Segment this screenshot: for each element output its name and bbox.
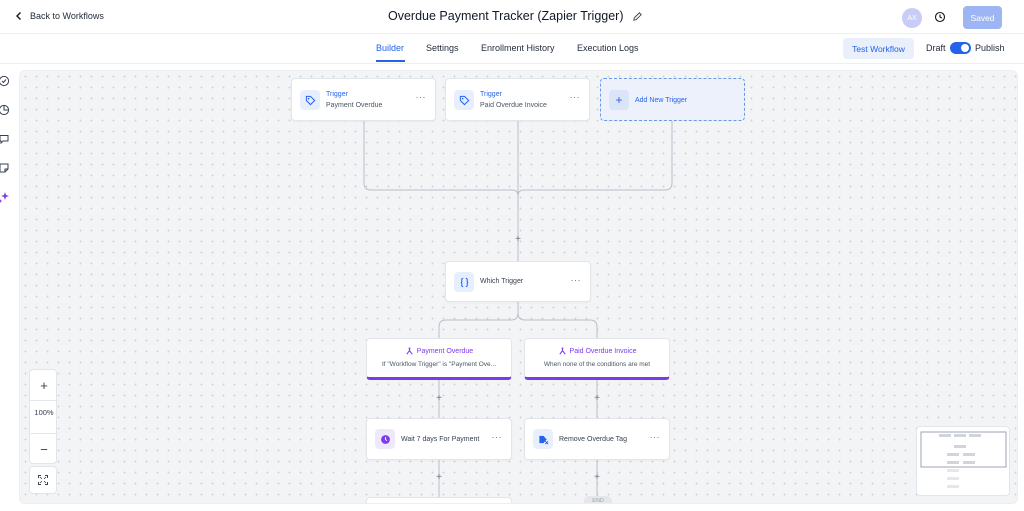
clock-icon [380, 434, 390, 444]
pie-chart-icon[interactable] [0, 104, 10, 116]
add-step-plus-icon[interactable]: + [434, 473, 444, 483]
add-step-plus-icon[interactable]: + [592, 394, 602, 404]
more-options-icon[interactable]: ··· [571, 276, 582, 285]
branch-icon [406, 347, 413, 355]
branch-title-text: Paid Overdue Invoice [569, 348, 637, 355]
tag-icon [305, 95, 315, 105]
publish-toggle[interactable] [950, 42, 971, 54]
trigger-name-label: Payment Overdue [326, 102, 383, 109]
more-options-icon[interactable]: ··· [492, 433, 503, 442]
plus-icon: + [609, 90, 629, 110]
zoom-in-button[interactable]: + [30, 370, 58, 400]
action-wait-7-days[interactable]: Wait 7 days For Payment ··· [366, 418, 512, 460]
action-label: Remove Overdue Tag [559, 436, 627, 443]
action-remove-overdue-tag[interactable]: Remove Overdue Tag ··· [524, 418, 670, 460]
braces-icon [460, 277, 468, 287]
chevron-left-icon [16, 12, 21, 20]
tab-settings[interactable]: Settings [426, 43, 459, 53]
branch-icon [558, 347, 566, 355]
workflow-title-text: Overdue Payment Tracker (Zapier Trigger) [388, 9, 624, 23]
note-icon[interactable] [0, 162, 10, 174]
code-braces-icon-box [454, 272, 474, 292]
trigger-type-label: Trigger [326, 91, 348, 98]
top-bar: Back to Workflows Overdue Payment Tracke… [0, 0, 1024, 34]
tag-remove-icon-box [533, 429, 553, 449]
add-new-trigger-label: Add New Trigger [635, 97, 688, 104]
tab-enrollment-history[interactable]: Enrollment History [481, 43, 555, 53]
add-step-plus-icon[interactable]: + [513, 235, 523, 245]
end-marker: END [584, 496, 612, 503]
more-options-icon[interactable]: ··· [570, 93, 581, 102]
tab-builder[interactable]: Builder [376, 43, 404, 53]
action-label: Wait 7 days For Payment [401, 436, 480, 443]
more-options-icon[interactable]: ··· [416, 93, 427, 102]
draft-label: Draft [926, 43, 946, 53]
workflow-title: Overdue Payment Tracker (Zapier Trigger) [388, 9, 643, 23]
more-options-icon[interactable]: ··· [650, 433, 661, 442]
next-action-card[interactable] [366, 497, 512, 503]
tab-execution-logs[interactable]: Execution Logs [577, 43, 639, 53]
saved-button[interactable]: Saved [963, 6, 1002, 29]
avatar[interactable]: AX [902, 8, 922, 28]
tag-icon [459, 95, 469, 105]
trigger-card-payment-overdue[interactable]: Trigger Payment Overdue ··· [291, 78, 436, 121]
branch-condition: If "Workflow Trigger" is "Payment Ove... [381, 361, 497, 368]
history-icon[interactable] [934, 11, 946, 23]
sparkle-icon[interactable] [0, 191, 10, 203]
trigger-name-label: Paid Overdue Invoice [480, 102, 547, 109]
pencil-icon[interactable] [632, 11, 643, 22]
back-to-workflows-link[interactable]: Back to Workflows [14, 11, 104, 21]
tag-icon-box [454, 90, 474, 110]
clock-icon-box [375, 429, 395, 449]
test-workflow-button[interactable]: Test Workflow [843, 38, 914, 59]
trigger-card-paid-overdue-invoice[interactable]: Trigger Paid Overdue Invoice ··· [445, 78, 590, 121]
zoom-controls: + 100% − [29, 369, 58, 464]
which-trigger-label: Which Trigger [480, 278, 524, 285]
branch-title-text: Payment Overdue [416, 348, 474, 355]
add-step-plus-icon[interactable]: + [592, 473, 602, 483]
branch-title: Payment Overdue [367, 347, 511, 356]
comment-icon[interactable] [0, 133, 10, 145]
workflow-canvas[interactable]: Trigger Payment Overdue ··· Trigger Paid… [19, 70, 1018, 504]
publish-label: Publish [975, 43, 1005, 53]
add-step-plus-icon[interactable]: + [434, 394, 444, 404]
back-label: Back to Workflows [30, 11, 104, 21]
tag-icon-box [300, 90, 320, 110]
branch-payment-overdue[interactable]: Payment Overdue If "Workflow Trigger" is… [366, 338, 512, 380]
expand-icon [38, 475, 48, 485]
zoom-out-button[interactable]: − [30, 434, 58, 464]
tag-remove-icon [538, 435, 548, 444]
minimap-preview [920, 431, 1007, 488]
zoom-level: 100% [34, 408, 54, 417]
which-trigger-node[interactable]: Which Trigger ··· [445, 261, 591, 302]
branch-paid-overdue-invoice[interactable]: Paid Overdue Invoice When none of the co… [524, 338, 670, 380]
branch-title: Paid Overdue Invoice [525, 347, 669, 356]
tab-bar: Builder Settings Enrollment History Exec… [0, 34, 1024, 64]
minimap[interactable] [916, 426, 1010, 496]
trigger-type-label: Trigger [480, 91, 502, 98]
active-tab-indicator [376, 60, 405, 62]
add-new-trigger-button[interactable]: + Add New Trigger [600, 78, 745, 121]
branch-condition: When none of the conditions are met [543, 361, 651, 368]
divider [30, 400, 58, 401]
fit-view-button[interactable] [29, 466, 57, 494]
left-rail [0, 70, 16, 220]
check-circle-icon[interactable] [0, 75, 10, 87]
